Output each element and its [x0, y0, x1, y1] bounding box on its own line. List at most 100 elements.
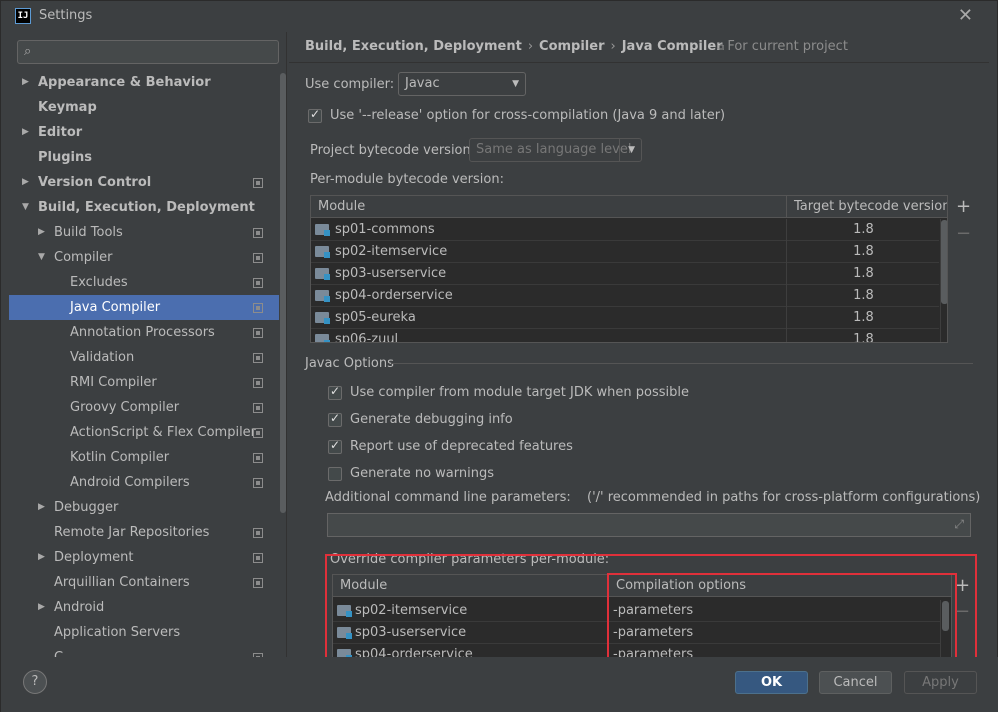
- remove-override-button[interactable]: −: [955, 603, 970, 621]
- sidebar-scrollbar[interactable]: [280, 73, 286, 513]
- sidebar-item[interactable]: Android Compilers: [9, 470, 279, 495]
- table-row[interactable]: sp04-orderservice -parameters: [333, 644, 941, 657]
- chevron-right-icon[interactable]: ▶: [22, 70, 34, 95]
- for-current-project-note: ⧉ For current project: [717, 39, 848, 54]
- module-folder-icon: [315, 334, 330, 342]
- project-scope-icon: [253, 528, 263, 538]
- compilation-options-cell[interactable]: -parameters: [613, 644, 941, 657]
- for-current-project-label: For current project: [727, 39, 848, 54]
- column-header-target-version[interactable]: Target bytecode version: [787, 196, 947, 218]
- sidebar-item[interactable]: ▼ Build, Execution, Deployment: [9, 195, 279, 220]
- table-scrollbar[interactable]: [942, 601, 949, 631]
- chevron-down-icon[interactable]: ▼: [22, 195, 34, 220]
- add-override-button[interactable]: +: [955, 577, 970, 595]
- column-header-module[interactable]: Module: [311, 196, 787, 218]
- module-folder-icon: [315, 246, 330, 258]
- chevron-down-icon: ▼: [512, 79, 519, 89]
- target-version-cell[interactable]: 1.8: [787, 329, 941, 342]
- sidebar-item[interactable]: ▶ Debugger: [9, 495, 279, 520]
- table-row[interactable]: sp03-userservice -parameters: [333, 622, 941, 644]
- sidebar-item[interactable]: ▶ Editor: [9, 120, 279, 145]
- target-version-cell[interactable]: 1.8: [787, 241, 941, 263]
- project-bytecode-dropdown[interactable]: Same as language level ▼: [469, 138, 642, 162]
- sidebar-item-label: C...: [54, 645, 75, 657]
- help-button[interactable]: ?: [23, 670, 47, 694]
- chevron-right-icon[interactable]: ▶: [38, 220, 50, 245]
- sidebar-item[interactable]: Remote Jar Repositories: [9, 520, 279, 545]
- cancel-button[interactable]: Cancel: [819, 671, 892, 694]
- compilation-options-cell[interactable]: -parameters: [613, 600, 941, 622]
- table-row[interactable]: sp05-eureka 1.8: [311, 307, 941, 329]
- project-scope-icon: [253, 378, 263, 388]
- sidebar-item[interactable]: Excludes: [9, 270, 279, 295]
- sidebar-item[interactable]: Groovy Compiler: [9, 395, 279, 420]
- sidebar-item[interactable]: Application Servers: [9, 620, 279, 645]
- javac-option-label: Use compiler from module target JDK when…: [350, 385, 689, 400]
- column-header-compilation-options[interactable]: Compilation options: [609, 575, 951, 597]
- chevron-down-icon[interactable]: ▼: [38, 245, 50, 270]
- chevron-right-icon[interactable]: ▶: [38, 595, 50, 620]
- additional-params-input[interactable]: ⤢: [327, 513, 971, 537]
- target-version-cell[interactable]: 1.8: [787, 307, 941, 329]
- checkbox-icon: [328, 467, 342, 481]
- table-row[interactable]: sp04-orderservice 1.8: [311, 285, 941, 307]
- add-module-button[interactable]: +: [956, 198, 971, 216]
- table-row[interactable]: sp02-itemservice -parameters: [333, 600, 941, 622]
- sidebar-item[interactable]: ▶ Deployment: [9, 545, 279, 570]
- sidebar-item[interactable]: ▼ Compiler: [9, 245, 279, 270]
- sidebar-item[interactable]: Annotation Processors: [9, 320, 279, 345]
- chevron-right-icon[interactable]: ▶: [22, 120, 34, 145]
- sidebar-item[interactable]: ActionScript & Flex Compiler: [9, 420, 279, 445]
- breadcrumb-separator: ›: [610, 39, 616, 54]
- sidebar-item[interactable]: Java Compiler: [9, 295, 279, 320]
- sidebar-item-label: Appearance & Behavior: [38, 75, 211, 90]
- sidebar-item[interactable]: ▶ Build Tools: [9, 220, 279, 245]
- sidebar-item[interactable]: ▶ Appearance & Behavior: [9, 70, 279, 95]
- chevron-right-icon[interactable]: ▶: [38, 545, 50, 570]
- module-name: sp01-commons: [335, 222, 435, 237]
- target-version-cell[interactable]: 1.8: [787, 285, 941, 307]
- use-compiler-value: Javac: [405, 76, 440, 91]
- javac-option-label: Generate debugging info: [350, 412, 513, 427]
- target-version-cell[interactable]: 1.8: [787, 263, 941, 285]
- table-row[interactable]: sp02-itemservice 1.8: [311, 241, 941, 263]
- sidebar-item[interactable]: Kotlin Compiler: [9, 445, 279, 470]
- chevron-right-icon[interactable]: ▶: [22, 170, 34, 195]
- table-scrollbar[interactable]: [941, 220, 947, 304]
- sidebar-item[interactable]: Keymap: [9, 95, 279, 120]
- sidebar-item-label: Plugins: [38, 150, 92, 165]
- sidebar-item[interactable]: Validation: [9, 345, 279, 370]
- javac-options-title: Javac Options: [305, 356, 394, 371]
- dialog-button-bar: ? OK Cancel Apply: [1, 657, 998, 712]
- additional-params-label: Additional command line parameters:: [325, 490, 571, 505]
- ok-button[interactable]: OK: [735, 671, 808, 694]
- compilation-options-cell[interactable]: -parameters: [613, 622, 941, 644]
- module-name: sp05-eureka: [335, 310, 416, 325]
- sidebar-item[interactable]: C...: [9, 645, 279, 657]
- java-compiler-panel: Build, Execution, Deployment › Compiler › Ja…: [289, 32, 989, 657]
- project-scope-icon: ⧉: [717, 42, 728, 53]
- sidebar-item-label: Editor: [38, 125, 83, 140]
- sidebar-item[interactable]: ▶ Android: [9, 595, 279, 620]
- remove-module-button[interactable]: −: [956, 225, 971, 243]
- sidebar-item[interactable]: RMI Compiler: [9, 370, 279, 395]
- breadcrumb-item: Build, Execution, Deployment: [305, 39, 522, 54]
- close-icon[interactable]: ✕: [958, 5, 973, 26]
- sidebar-item-label: Java Compiler: [70, 300, 161, 315]
- sidebar-item[interactable]: ▶ Version Control: [9, 170, 279, 195]
- sidebar-item[interactable]: Arquillian Containers: [9, 570, 279, 595]
- table-row[interactable]: sp03-userservice 1.8: [311, 263, 941, 285]
- table-row[interactable]: sp06-zuul 1.8: [311, 329, 941, 342]
- target-version-cell[interactable]: 1.8: [787, 219, 941, 241]
- settings-search-input[interactable]: ⌕: [17, 40, 279, 64]
- chevron-right-icon[interactable]: ▶: [38, 495, 50, 520]
- apply-button[interactable]: Apply: [904, 671, 977, 694]
- table-row[interactable]: sp01-commons 1.8: [311, 219, 941, 241]
- project-scope-icon: [253, 228, 263, 238]
- use-compiler-dropdown[interactable]: Javac ▼: [398, 72, 526, 96]
- sidebar-item[interactable]: Plugins: [9, 145, 279, 170]
- column-header-module[interactable]: Module: [333, 575, 609, 597]
- sidebar-item-label: Build Tools: [54, 225, 123, 240]
- expand-icon[interactable]: ⤢: [954, 517, 964, 532]
- intellij-logo-icon: IJ: [15, 8, 31, 24]
